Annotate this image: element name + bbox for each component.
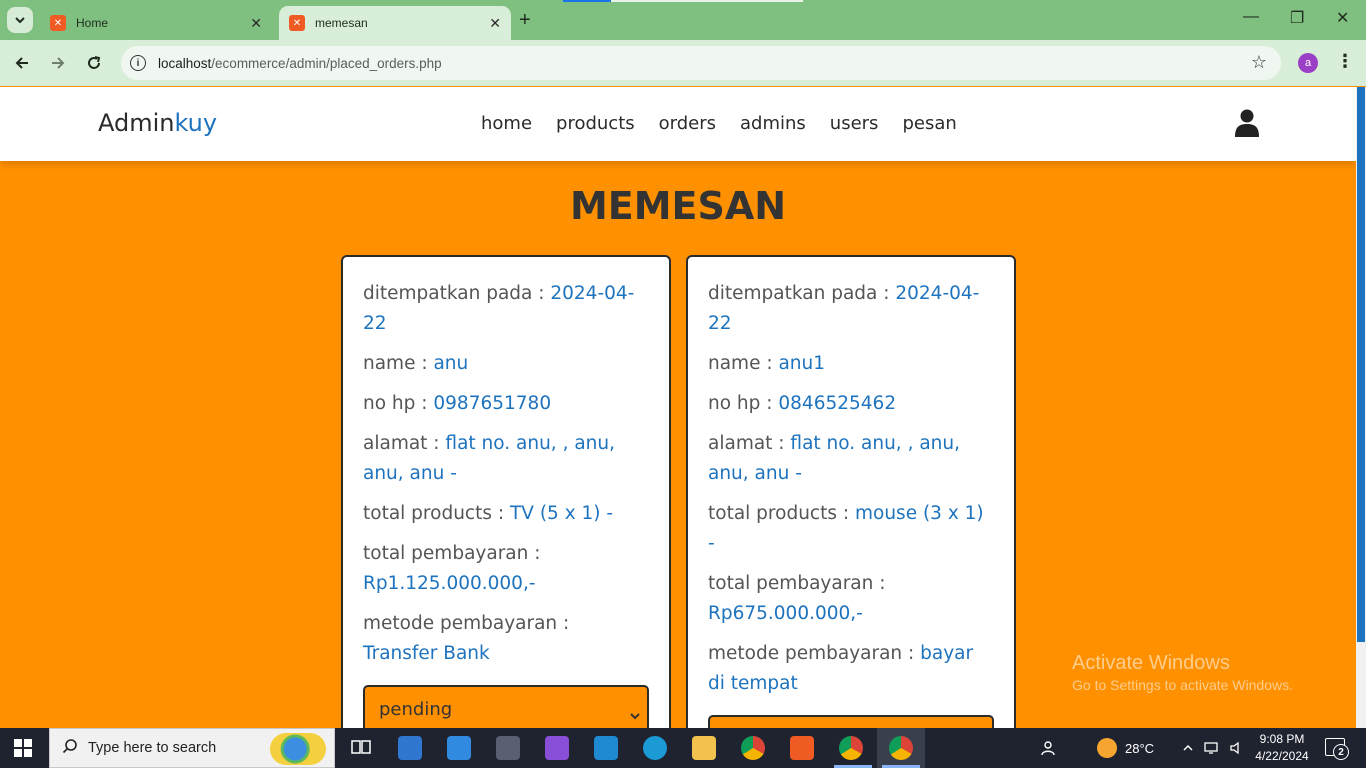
windows-start-icon[interactable] bbox=[14, 739, 32, 757]
minimize-icon[interactable]: — bbox=[1243, 8, 1259, 26]
search-icon bbox=[62, 738, 78, 759]
order-payment-method: metode pembayaran : bayar di tempat bbox=[708, 643, 974, 694]
order-name: name : anu bbox=[363, 353, 469, 374]
url-text: localhost/ecommerce/admin/placed_orders.… bbox=[158, 55, 442, 71]
file-explorer-icon[interactable] bbox=[692, 736, 716, 760]
address-bar[interactable]: i localhost/ecommerce/admin/placed_order… bbox=[121, 46, 1281, 80]
xampp-favicon-icon: ✕ bbox=[289, 15, 305, 31]
tab-memesan[interactable]: ✕ memesan ✕ bbox=[279, 6, 511, 40]
nav-users[interactable]: users bbox=[830, 113, 879, 134]
search-highlight-globe-icon bbox=[270, 733, 326, 765]
windows-taskbar: Type here to search 28°C 9:08 PM 4/22/20… bbox=[0, 728, 1366, 768]
volume-icon[interactable] bbox=[1229, 728, 1245, 768]
network-icon[interactable] bbox=[1204, 728, 1220, 768]
chrome-active-icon[interactable] bbox=[889, 736, 913, 760]
xampp-icon[interactable] bbox=[790, 736, 814, 760]
taskbar-search-box[interactable]: Type here to search bbox=[49, 728, 335, 768]
tab-title: memesan bbox=[315, 16, 368, 30]
main-nav: home products orders admins users pesan bbox=[469, 113, 969, 134]
tab-title: Home bbox=[76, 16, 109, 30]
tab-home[interactable]: ✕ Home ✕ bbox=[40, 6, 272, 40]
weather-icon bbox=[1097, 738, 1117, 758]
bookmark-star-icon[interactable]: ☆ bbox=[1251, 52, 1267, 73]
tools-icon[interactable] bbox=[496, 736, 520, 760]
loading-indicator bbox=[563, 0, 803, 2]
order-address: alamat : flat no. anu, , anu, anu, anu - bbox=[708, 433, 961, 484]
nav-admins[interactable]: admins bbox=[740, 113, 806, 134]
search-placeholder: Type here to search bbox=[88, 740, 217, 756]
system-clock[interactable]: 9:08 PM 4/22/2024 bbox=[1252, 731, 1312, 765]
order-placed-on: ditempatkan pada : 2024-04-22 bbox=[708, 283, 980, 334]
watermark-subtitle: Go to Settings to activate Windows. bbox=[1072, 677, 1293, 693]
site-logo[interactable]: Adminkuy bbox=[98, 109, 217, 137]
user-icon[interactable] bbox=[1235, 109, 1259, 137]
people-icon[interactable] bbox=[1040, 728, 1058, 768]
visual-studio-icon[interactable] bbox=[545, 736, 569, 760]
page-title: MEMESAN bbox=[569, 184, 787, 228]
activate-windows-watermark: Activate Windows Go to Settings to activ… bbox=[1072, 652, 1293, 693]
page-scrollbar[interactable] bbox=[1356, 87, 1366, 728]
weather-temp: 28°C bbox=[1125, 740, 1155, 756]
tab-search-button[interactable] bbox=[7, 7, 33, 33]
task-view-icon[interactable] bbox=[349, 736, 373, 760]
chevron-down-icon bbox=[15, 17, 25, 24]
tab-close-icon[interactable]: ✕ bbox=[489, 15, 501, 32]
xampp-favicon-icon: ✕ bbox=[50, 15, 66, 31]
order-payment-method: metode pembayaran : Transfer Bank bbox=[363, 613, 570, 664]
order-phone: no hp : 0846525462 bbox=[708, 393, 897, 414]
clock-time: 9:08 PM bbox=[1259, 732, 1305, 746]
nav-pesan[interactable]: pesan bbox=[902, 113, 956, 134]
site-info-icon[interactable]: i bbox=[130, 55, 146, 71]
order-total-products: total products : TV (5 x 1) - bbox=[363, 503, 614, 524]
edge-icon[interactable] bbox=[643, 736, 667, 760]
site-header: Adminkuy home products orders admins use… bbox=[0, 87, 1356, 161]
browser-tab-strip: ✕ Home ✕ ✕ memesan ✕ + — ❐ ✕ bbox=[0, 0, 1366, 40]
back-arrow-icon[interactable] bbox=[10, 51, 34, 75]
watermark-title: Activate Windows bbox=[1072, 652, 1230, 674]
browser-menu-icon[interactable]: ⋮ bbox=[1336, 51, 1354, 72]
order-total-products: total products : mouse (3 x 1) - bbox=[708, 503, 984, 554]
tab-close-icon[interactable]: ✕ bbox=[250, 15, 262, 32]
weather-widget[interactable]: 28°C bbox=[1097, 728, 1154, 768]
order-status-value: pending bbox=[379, 699, 453, 720]
restore-icon[interactable]: ❐ bbox=[1290, 8, 1304, 28]
chrome-profile-icon[interactable] bbox=[839, 736, 863, 760]
chrome-icon[interactable] bbox=[741, 736, 765, 760]
forward-arrow-icon[interactable] bbox=[46, 51, 70, 75]
nav-products[interactable]: products bbox=[556, 113, 635, 134]
order-total-price: total pembayaran : Rp675.000.000,- bbox=[708, 573, 886, 624]
order-phone: no hp : 0987651780 bbox=[363, 393, 552, 414]
order-name: name : anu1 bbox=[708, 353, 826, 374]
notification-count: 2 bbox=[1333, 744, 1349, 760]
microsoft-store-icon[interactable] bbox=[398, 736, 422, 760]
order-total-price: total pembayaran : Rp1.125.000.000,- bbox=[363, 543, 541, 594]
nav-orders[interactable]: orders bbox=[659, 113, 716, 134]
reload-icon[interactable] bbox=[82, 51, 106, 75]
notification-center-icon[interactable]: 2 bbox=[1325, 738, 1349, 760]
nav-home[interactable]: home bbox=[481, 113, 532, 134]
order-address: alamat : flat no. anu, , anu, anu, anu - bbox=[363, 433, 616, 484]
profile-avatar[interactable]: a bbox=[1298, 53, 1318, 73]
new-tab-button[interactable]: + bbox=[519, 9, 531, 32]
vscode-icon[interactable] bbox=[594, 736, 618, 760]
order-placed-on: ditempatkan pada : 2024-04-22 bbox=[363, 283, 635, 334]
order-card: ditempatkan pada : 2024-04-22 name : anu… bbox=[341, 255, 671, 745]
order-card: ditempatkan pada : 2024-04-22 name : anu… bbox=[686, 255, 1016, 765]
browser-toolbar: i localhost/ecommerce/admin/placed_order… bbox=[0, 40, 1366, 86]
window-close-icon[interactable]: ✕ bbox=[1336, 8, 1349, 28]
mail-icon[interactable] bbox=[447, 736, 471, 760]
clock-date: 4/22/2024 bbox=[1255, 749, 1309, 763]
chevron-up-icon[interactable] bbox=[1182, 728, 1194, 768]
